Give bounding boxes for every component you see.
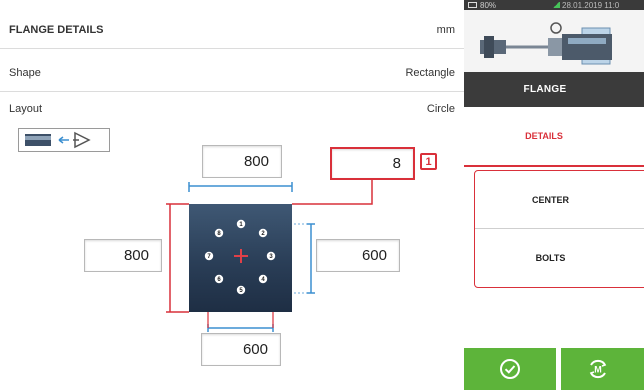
status-datetime: 28.01.2019 11:0 — [562, 0, 620, 10]
bolt-hole: 5 — [236, 285, 246, 295]
confirm-button[interactable] — [464, 348, 556, 390]
layout-value[interactable]: Circle — [427, 103, 455, 115]
signal-icon — [552, 2, 561, 8]
tab-details[interactable]: DETAILS — [464, 107, 644, 167]
height-input[interactable]: 800 — [84, 239, 162, 272]
bolt-circle-width-input[interactable]: 600 — [201, 333, 281, 366]
bolt-hole: 2 — [258, 228, 268, 238]
bolt-circle-height-input[interactable]: 600 — [316, 239, 400, 272]
shape-value[interactable]: Rectangle — [405, 67, 455, 79]
machine-train-thumbnail[interactable] — [464, 10, 644, 72]
bolt-hole: 1 — [236, 219, 246, 229]
bolt-hole: 8 — [214, 228, 224, 238]
layout-label: Layout — [9, 103, 43, 115]
machine-view-direction-icon — [25, 131, 91, 149]
status-bar: 80% 28.01.2019 11:0 — [464, 0, 644, 10]
sidebar-menu: CENTER BOLTS — [474, 170, 644, 288]
svg-text:M: M — [594, 365, 602, 375]
flange-plate: 1 2 3 4 5 6 7 8 — [189, 204, 292, 312]
page-title: FLANGE DETAILS — [9, 24, 104, 36]
battery-level: 80% — [480, 0, 497, 10]
shape-label: Shape — [9, 67, 41, 79]
divider — [0, 48, 464, 49]
bolt-count-badge: 1 — [420, 153, 437, 170]
sidebar: 80% 28.01.2019 11:0 FLANGE DETAILS CENTE… — [464, 0, 644, 390]
measure-button[interactable]: M — [561, 348, 644, 390]
bolt-hole: 7 — [204, 251, 214, 261]
machine-coupling-icon — [480, 22, 612, 65]
bolt-hole: 6 — [214, 274, 224, 284]
details-header: FLANGE DETAILS mm — [0, 12, 464, 48]
check-circle-icon — [500, 359, 520, 379]
shape-row[interactable]: Shape Rectangle — [0, 55, 464, 91]
bolt-circle-diagram: 1 2 3 4 5 6 7 8 — [204, 219, 276, 295]
sidebar-title: FLANGE — [464, 72, 644, 107]
battery-icon — [468, 2, 477, 8]
view-direction-toggle[interactable] — [18, 128, 110, 152]
measure-m-icon: M — [589, 359, 606, 379]
bolt-count-input[interactable]: 8 — [330, 147, 415, 180]
bolt-hole: 3 — [266, 251, 276, 261]
unit-label: mm — [436, 24, 455, 36]
sidebar-item-bolts[interactable]: BOLTS — [475, 229, 644, 287]
bolt-hole: 4 — [258, 274, 268, 284]
layout-row[interactable]: Layout Circle — [0, 91, 464, 127]
sidebar-item-center[interactable]: CENTER — [475, 171, 644, 229]
center-cross-icon — [234, 249, 248, 263]
flange-details-panel: FLANGE DETAILS mm Shape Rectangle Layout… — [0, 0, 464, 390]
width-input[interactable]: 800 — [202, 145, 282, 178]
